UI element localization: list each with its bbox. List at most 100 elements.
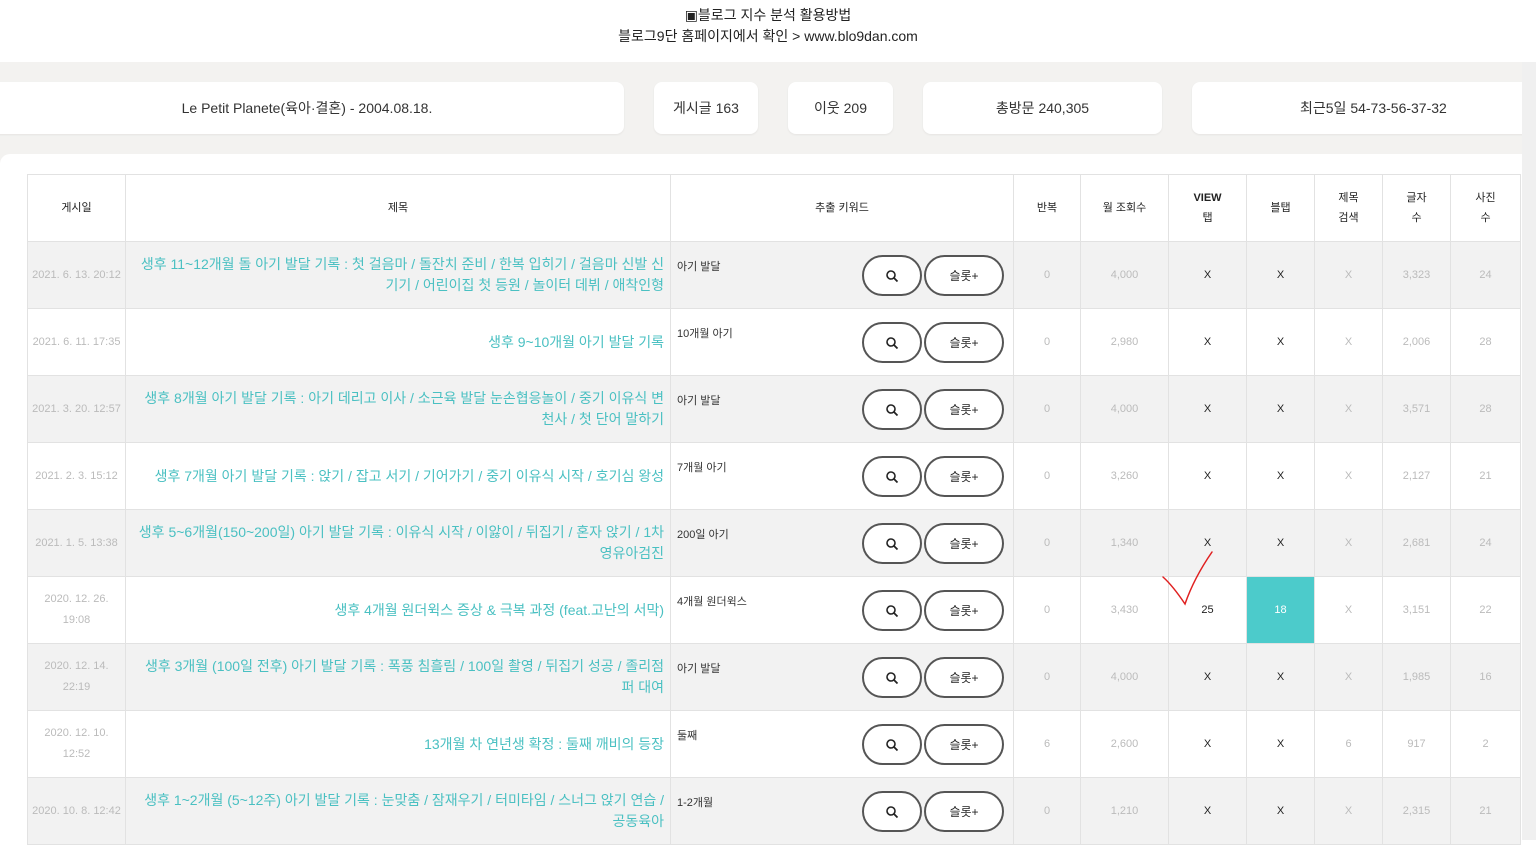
post-title-link[interactable]: 생후 4개월 원더윅스 증상 & 극복 과정 (feat.고난의 서막) [125,576,671,644]
repeat-count: 0 [1013,777,1081,845]
monthly-views: 4,000 [1080,241,1169,309]
char-count: 3,323 [1382,241,1451,309]
vertical-scrollbar[interactable] [1522,62,1536,840]
post-date: 2020. 10. 8. 12:42 [27,777,126,845]
post-date: 2020. 12. 10. 12:52 [27,710,126,778]
search-button[interactable] [862,322,922,363]
post-title-link[interactable]: 생후 11~12개월 돌 아기 발달 기록 : 첫 걸음마 / 돌잔치 준비 /… [125,241,671,309]
view-tab-rank: 25 [1168,576,1247,644]
slot-add-button[interactable]: 슬롯+ [924,523,1004,564]
title-search-rank: X [1314,509,1383,577]
post-title-link[interactable]: 생후 3개월 (100일 전후) 아기 발달 기록 : 폭풍 침흘림 / 100… [125,643,671,711]
post-date: 2021. 6. 11. 17:35 [27,308,126,376]
keyword-text: 10개월 아기 [677,328,733,340]
char-count: 3,151 [1382,576,1451,644]
keyword-text: 1-2개월 [677,797,714,809]
table-row: 2021. 2. 3. 15:12 생후 7개월 아기 발달 기록 : 앉기 /… [27,442,1521,510]
repeat-count: 0 [1013,308,1081,376]
monthly-views: 4,000 [1080,375,1169,443]
view-tab-rank: X [1168,375,1247,443]
char-count: 2,315 [1382,777,1451,845]
char-count: 917 [1382,710,1451,778]
header-monthly-views: 월 조회수 [1080,174,1169,242]
keyword-text: 아기 발달 [677,261,721,273]
repeat-count: 6 [1013,710,1081,778]
table-row: 2021. 1. 5. 13:38 생후 5~6개월(150~200일) 아기 … [27,509,1521,577]
neighbors-count: 이웃 209 [813,100,867,116]
monthly-views: 1,340 [1080,509,1169,577]
photo-count: 24 [1450,241,1521,309]
view-tab-rank: X [1168,241,1247,309]
keyword-cell: 10개월 아기 슬롯+ [670,308,1014,376]
post-title-link[interactable]: 생후 1~2개월 (5~12주) 아기 발달 기록 : 눈맞춤 / 잠재우기 /… [125,777,671,845]
recent-visits: 최근5일 54-73-56-37-32 [1300,100,1447,116]
search-icon [886,604,899,617]
photo-count: 28 [1450,308,1521,376]
table-row: 2020. 12. 14. 22:19 생후 3개월 (100일 전후) 아기 … [27,643,1521,711]
monthly-views: 3,430 [1080,576,1169,644]
blog-tab-rank: X [1246,643,1315,711]
slot-add-button[interactable]: 슬롯+ [924,724,1004,765]
repeat-count: 0 [1013,509,1081,577]
post-title-link[interactable]: 생후 5~6개월(150~200일) 아기 발달 기록 : 이유식 시작 / 이… [125,509,671,577]
search-button[interactable] [862,456,922,497]
char-count: 1,985 [1382,643,1451,711]
monthly-views: 2,600 [1080,710,1169,778]
search-icon [886,738,899,751]
photo-count: 2 [1450,710,1521,778]
post-date: 2020. 12. 26. 19:08 [27,576,126,644]
char-count: 3,571 [1382,375,1451,443]
view-tab-rank: X [1168,777,1247,845]
char-count: 2,127 [1382,442,1451,510]
post-title-link[interactable]: 생후 9~10개월 아기 발달 기록 [125,308,671,376]
table-row: 2020. 12. 26. 19:08 생후 4개월 원더윅스 증상 & 극복 … [27,576,1521,644]
monthly-views: 3,260 [1080,442,1169,510]
total-visits-card: 총방문 240,305 [923,82,1162,134]
keyword-cell: 7개월 아기 슬롯+ [670,442,1014,510]
post-date: 2021. 1. 5. 13:38 [27,509,126,577]
recent-visits-card: 최근5일 54-73-56-37-32 [1192,82,1536,134]
search-button[interactable] [862,657,922,698]
table-row: 2020. 12. 10. 12:52 13개월 차 연년생 확정 : 둘째 깨… [27,710,1521,778]
blog-tab-rank: 18 [1246,576,1315,644]
search-icon [886,470,899,483]
header-char-count: 글자 수 [1382,174,1451,242]
search-button[interactable] [862,724,922,765]
slot-add-button[interactable]: 슬롯+ [924,590,1004,631]
blog-name-card: Le Petit Planete(육아·결혼) - 2004.08.18. [0,82,624,134]
keyword-text: 아기 발달 [677,663,721,675]
slot-add-button[interactable]: 슬롯+ [924,791,1004,832]
banner-link[interactable]: 블로그9단 홈페이지에서 확인 > www.blo9dan.com [0,26,1536,46]
slot-add-button[interactable]: 슬롯+ [924,322,1004,363]
top-banner: ▣블로그 지수 분석 활용방법 블로그9단 홈페이지에서 확인 > www.bl… [0,0,1536,62]
keyword-text: 200일 아기 [677,529,729,541]
blog-tab-rank: X [1246,241,1315,309]
post-title-link[interactable]: 생후 8개월 아기 발달 기록 : 아기 데리고 이사 / 소근육 발달 눈손협… [125,375,671,443]
slot-add-button[interactable]: 슬롯+ [924,389,1004,430]
banner-title: ▣블로그 지수 분석 활용방법 [684,7,852,23]
keyword-cell: 아기 발달 슬롯+ [670,241,1014,309]
search-button[interactable] [862,523,922,564]
table-header-row: 게시일 제목 추출 키워드 반복 월 조회수 VIEW 탭 블탭 제목 검색 글자 수… [27,174,1521,242]
post-title-link[interactable]: 생후 7개월 아기 발달 기록 : 앉기 / 잡고 서기 / 기어가기 / 중기… [125,442,671,510]
title-search-rank: X [1314,576,1383,644]
view-tab-rank: X [1168,710,1247,778]
search-button[interactable] [862,389,922,430]
monthly-views: 2,980 [1080,308,1169,376]
slot-add-button[interactable]: 슬롯+ [924,255,1004,296]
slot-add-button[interactable]: 슬롯+ [924,456,1004,497]
table-row: 2021. 6. 13. 20:12 생후 11~12개월 돌 아기 발달 기록… [27,241,1521,309]
photo-count: 21 [1450,777,1521,845]
slot-add-button[interactable]: 슬롯+ [924,657,1004,698]
search-button[interactable] [862,791,922,832]
search-icon [886,336,899,349]
photo-count: 28 [1450,375,1521,443]
search-button[interactable] [862,590,922,631]
keyword-text: 아기 발달 [677,395,721,407]
post-title-link[interactable]: 13개월 차 연년생 확정 : 둘째 깨비의 등장 [125,710,671,778]
table-row: 2021. 6. 11. 17:35 생후 9~10개월 아기 발달 기록 10… [27,308,1521,376]
search-button[interactable] [862,255,922,296]
repeat-count: 0 [1013,643,1081,711]
photo-count: 22 [1450,576,1521,644]
posts-card: 게시글 163 [654,82,758,134]
